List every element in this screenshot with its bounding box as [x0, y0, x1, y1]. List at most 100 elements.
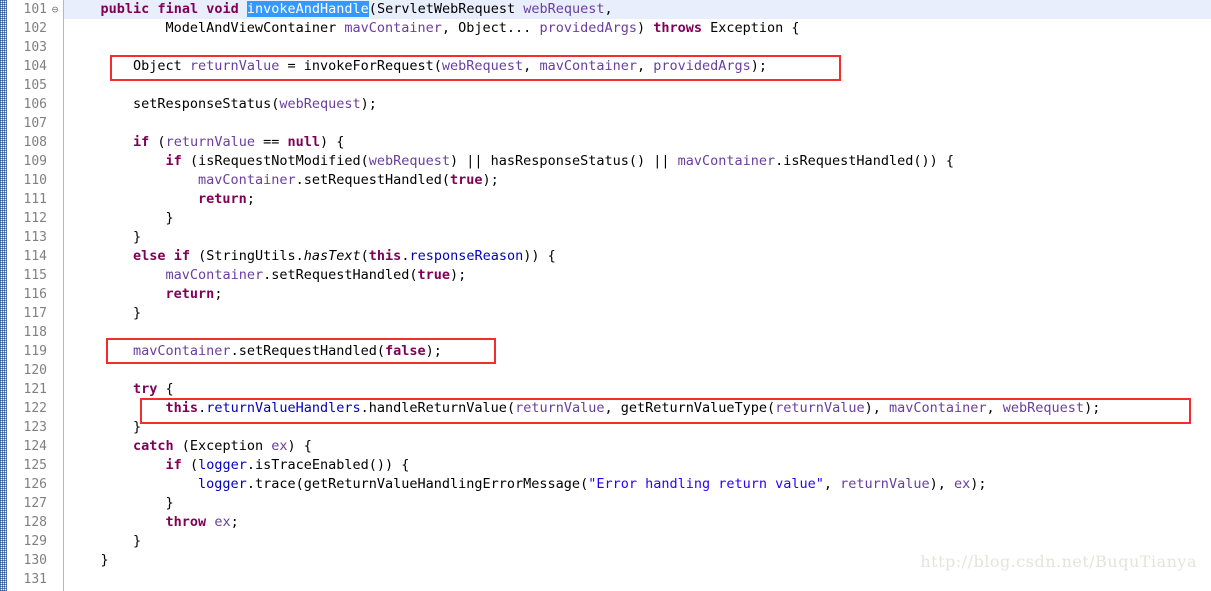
line-number-130[interactable]: 130 [7, 551, 63, 570]
code-line-115[interactable]: mavContainer.setRequestHandled(true); [64, 266, 1211, 285]
code-line-117[interactable]: } [64, 304, 1211, 323]
line-number-104[interactable]: 104 [7, 57, 63, 76]
code-line-109[interactable]: if (isRequestNotModified(webRequest) || … [64, 152, 1211, 171]
code-line-131[interactable] [64, 570, 1211, 589]
line-number-110[interactable]: 110 [7, 171, 63, 190]
line-number-103[interactable]: 103 [7, 38, 63, 57]
code-token: == [254, 134, 288, 150]
field-token: responseReason [409, 248, 524, 264]
code-line-107[interactable] [64, 114, 1211, 133]
code-line-112[interactable]: } [64, 209, 1211, 228]
code-line-124[interactable]: catch (Exception ex) { [64, 437, 1211, 456]
line-number-101[interactable]: 101 ⊖ [7, 0, 63, 19]
keyword-token: if [173, 248, 190, 264]
keyword-token: try [133, 381, 158, 397]
code-line-125[interactable]: if (logger.isTraceEnabled()) { [64, 456, 1211, 475]
code-token: .isTraceEnabled()) { [246, 457, 410, 473]
code-token: , [986, 400, 1003, 416]
code-token: { [157, 381, 174, 397]
code-line-110[interactable]: mavContainer.setRequestHandled(true); [64, 171, 1211, 190]
keyword-token: true [450, 172, 483, 188]
code-line-118[interactable] [64, 323, 1211, 342]
line-number-118[interactable]: 118 [7, 323, 63, 342]
line-number-124[interactable]: 124 [7, 437, 63, 456]
code-line-101[interactable]: public final void invokeAndHandle(Servle… [64, 0, 1211, 19]
code-line-113[interactable]: } [64, 228, 1211, 247]
code-line-122[interactable]: this.returnValueHandlers.handleReturnVal… [64, 399, 1211, 418]
code-line-119[interactable]: mavContainer.setRequestHandled(false); [64, 342, 1211, 361]
line-number-114[interactable]: 114 [7, 247, 63, 266]
code-editor: 101 ⊖ 102 103 104 105 106 107 108 109 110 111 112 113… [0, 0, 1211, 591]
code-token: , [523, 58, 540, 74]
line-number-111[interactable]: 111 [7, 190, 63, 209]
line-number-126[interactable]: 126 [7, 475, 63, 494]
code-line-102[interactable]: ModelAndViewContainer mavContainer, Obje… [64, 19, 1211, 38]
code-line-116[interactable]: return; [64, 285, 1211, 304]
line-number-127[interactable]: 127 [7, 494, 63, 513]
line-number-122[interactable]: 122 [7, 399, 63, 418]
line-number-gutter[interactable]: 101 ⊖ 102 103 104 105 106 107 108 109 110 111 112 113… [7, 0, 64, 591]
line-number-108[interactable]: 108 [7, 133, 63, 152]
fold-collapse-icon[interactable]: ⊖ [49, 0, 61, 19]
code-line-127[interactable]: } [64, 494, 1211, 513]
code-token: providedArgs [539, 20, 637, 36]
line-number-105[interactable]: 105 [7, 76, 63, 95]
keyword-token: this [165, 400, 199, 416]
code-line-104[interactable]: Object returnValue = invokeForRequest(we… [64, 57, 1211, 76]
keyword-token: if [165, 457, 182, 473]
code-token: ; [230, 514, 239, 530]
code-token: Object [68, 58, 190, 74]
line-number-102[interactable]: 102 [7, 19, 63, 38]
line-number-121[interactable]: 121 [7, 380, 63, 399]
keyword-token: if [165, 153, 182, 169]
code-line-106[interactable]: setResponseStatus(webRequest); [64, 95, 1211, 114]
code-line-128[interactable]: throw ex; [64, 513, 1211, 532]
code-line-129[interactable]: } [64, 532, 1211, 551]
code-line-123[interactable]: } [64, 418, 1211, 437]
line-number-112[interactable]: 112 [7, 209, 63, 228]
code-line-108[interactable]: if (returnValue == null) { [64, 133, 1211, 152]
keyword-token: public [100, 1, 150, 17]
code-token: ( [360, 248, 369, 264]
code-line-111[interactable]: return; [64, 190, 1211, 209]
code-token: .setRequestHandled( [230, 343, 386, 359]
code-token: } [68, 419, 142, 435]
line-number-113[interactable]: 113 [7, 228, 63, 247]
code-token: Exception { [702, 20, 800, 36]
code-line-103[interactable] [64, 38, 1211, 57]
line-number-129[interactable]: 129 [7, 532, 63, 551]
code-line-114[interactable]: else if (StringUtils.hasText(this.respon… [64, 247, 1211, 266]
code-token: returnValue [775, 400, 865, 416]
line-number-119[interactable]: 119 [7, 342, 63, 361]
code-line-120[interactable] [64, 361, 1211, 380]
line-number-106[interactable]: 106 [7, 95, 63, 114]
line-number-125[interactable]: 125 [7, 456, 63, 475]
code-line-126[interactable]: logger.trace(getReturnValueHandlingError… [64, 475, 1211, 494]
line-number-117[interactable]: 117 [7, 304, 63, 323]
code-token: .setRequestHandled( [295, 172, 451, 188]
line-number-115[interactable]: 115 [7, 266, 63, 285]
keyword-token: false [385, 343, 426, 359]
line-number-128[interactable]: 128 [7, 513, 63, 532]
field-token: logger [198, 457, 247, 473]
code-token: , [604, 1, 613, 17]
code-token: returnValue [165, 134, 255, 150]
line-number-131[interactable]: 131 [7, 570, 63, 589]
line-number-120[interactable]: 120 [7, 361, 63, 380]
line-number-109[interactable]: 109 [7, 152, 63, 171]
code-line-105[interactable] [64, 76, 1211, 95]
keyword-token: else [133, 248, 166, 264]
annotation-marker-strip[interactable] [0, 0, 7, 591]
line-number-107[interactable]: 107 [7, 114, 63, 133]
selected-symbol[interactable]: invokeAndHandle [246, 1, 369, 17]
code-line-121[interactable]: try { [64, 380, 1211, 399]
code-token: } [68, 305, 142, 321]
code-text-area[interactable]: public final void invokeAndHandle(Servle… [64, 0, 1211, 591]
line-number-116[interactable]: 116 [7, 285, 63, 304]
keyword-token: return [165, 286, 215, 302]
line-number-123[interactable]: 123 [7, 418, 63, 437]
